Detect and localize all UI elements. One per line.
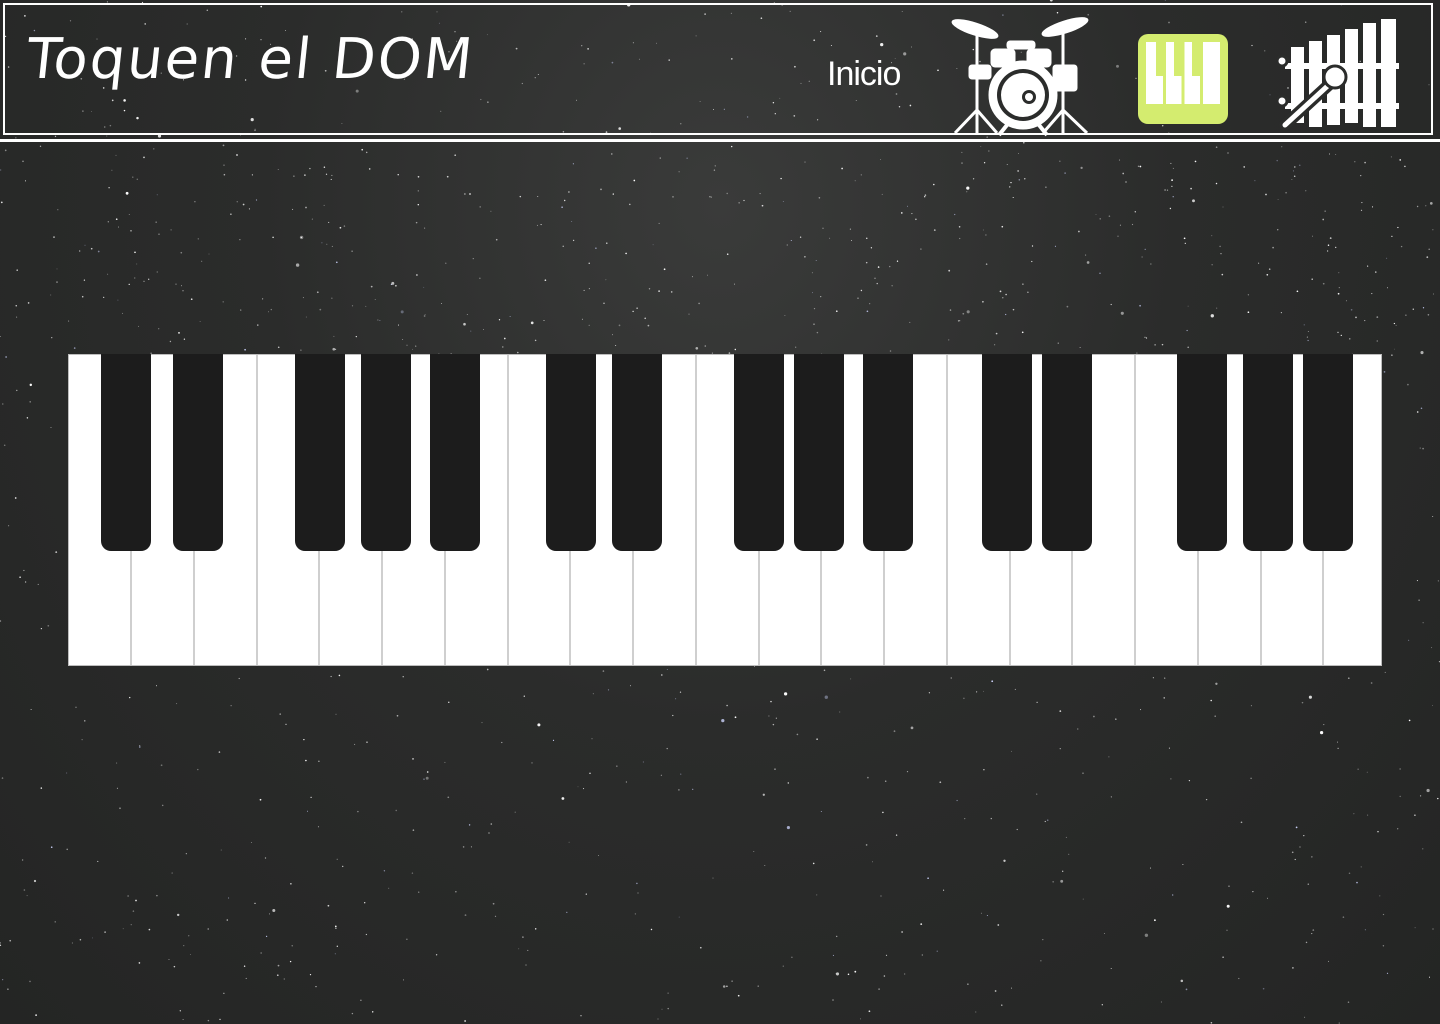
black-key[interactable] [863,354,913,551]
black-key[interactable] [1303,354,1353,551]
drums-button[interactable] [947,15,1095,137]
piano-icon [1138,34,1228,124]
black-key[interactable] [1243,354,1293,551]
black-key[interactable] [734,354,784,551]
piano-keyboard [68,354,1382,666]
black-key[interactable] [361,354,411,551]
xylophone-icon [1275,19,1399,131]
drum-kit-icon [951,17,1089,137]
site-header: Toquen el DOM Inicio [3,3,1433,137]
black-key[interactable] [1177,354,1227,551]
xylophone-button[interactable] [1275,19,1401,131]
black-key[interactable] [295,354,345,551]
black-key[interactable] [546,354,596,551]
black-key[interactable] [430,354,480,551]
site-title: Toquen el DOM [23,27,478,92]
black-key[interactable] [101,354,151,551]
black-key[interactable] [1042,354,1092,551]
black-key[interactable] [612,354,662,551]
black-key[interactable] [794,354,844,551]
black-key[interactable] [982,354,1032,551]
nav-home-link[interactable]: Inicio [827,55,901,94]
piano-button[interactable] [1136,32,1230,126]
header-divider [0,139,1440,142]
black-key[interactable] [173,354,223,551]
